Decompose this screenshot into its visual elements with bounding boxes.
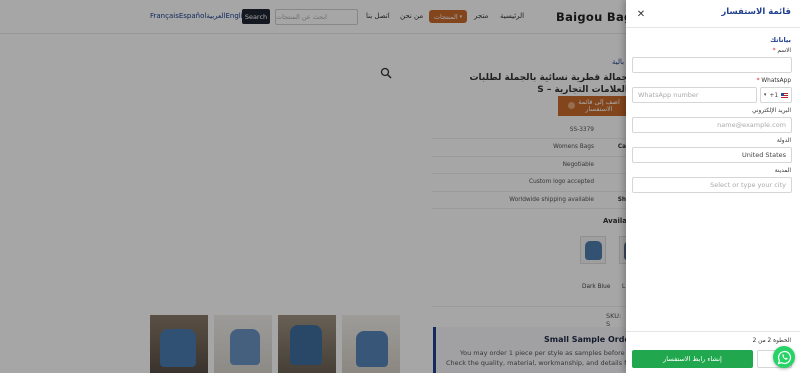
panel-title: قائمة الاستفسار [721, 7, 791, 17]
name-label: * الاسم [772, 48, 791, 54]
chevron-down-icon: ▾ [763, 92, 767, 98]
whatsapp-label: * WhatsApp [756, 78, 791, 84]
country-code-select[interactable]: ▾ +1 [760, 87, 792, 103]
whatsapp-label-text: WhatsApp [761, 78, 791, 84]
whatsapp-icon [777, 350, 791, 364]
city-field[interactable]: Select or type your city [632, 177, 792, 193]
whatsapp-field[interactable]: WhatsApp number [632, 87, 757, 103]
name-field[interactable] [632, 57, 792, 73]
country-code: +1 [769, 91, 779, 99]
create-inquiry-link-button[interactable]: إنشاء رابط الاستفسار [632, 350, 753, 368]
country-field[interactable]: United States [632, 147, 792, 163]
close-icon[interactable]: ✕ [635, 8, 647, 20]
inquiry-panel: ✕ قائمة الاستفسار بياناتك * الاسم * What… [626, 0, 800, 373]
section-title: بياناتك [770, 36, 791, 44]
whatsapp-chat-button[interactable] [773, 346, 795, 368]
country-label: الدولة [776, 138, 791, 144]
email-label: البريد الإلكتروني [752, 108, 791, 114]
city-label: المدينة [774, 168, 791, 174]
step-indicator: الخطوة 2 من 2 [752, 338, 791, 344]
panel-header: ✕ قائمة الاستفسار [626, 0, 800, 28]
email-field[interactable]: name@example.com [632, 117, 792, 133]
us-flag-icon [781, 92, 789, 98]
name-label-text: الاسم [777, 48, 791, 54]
